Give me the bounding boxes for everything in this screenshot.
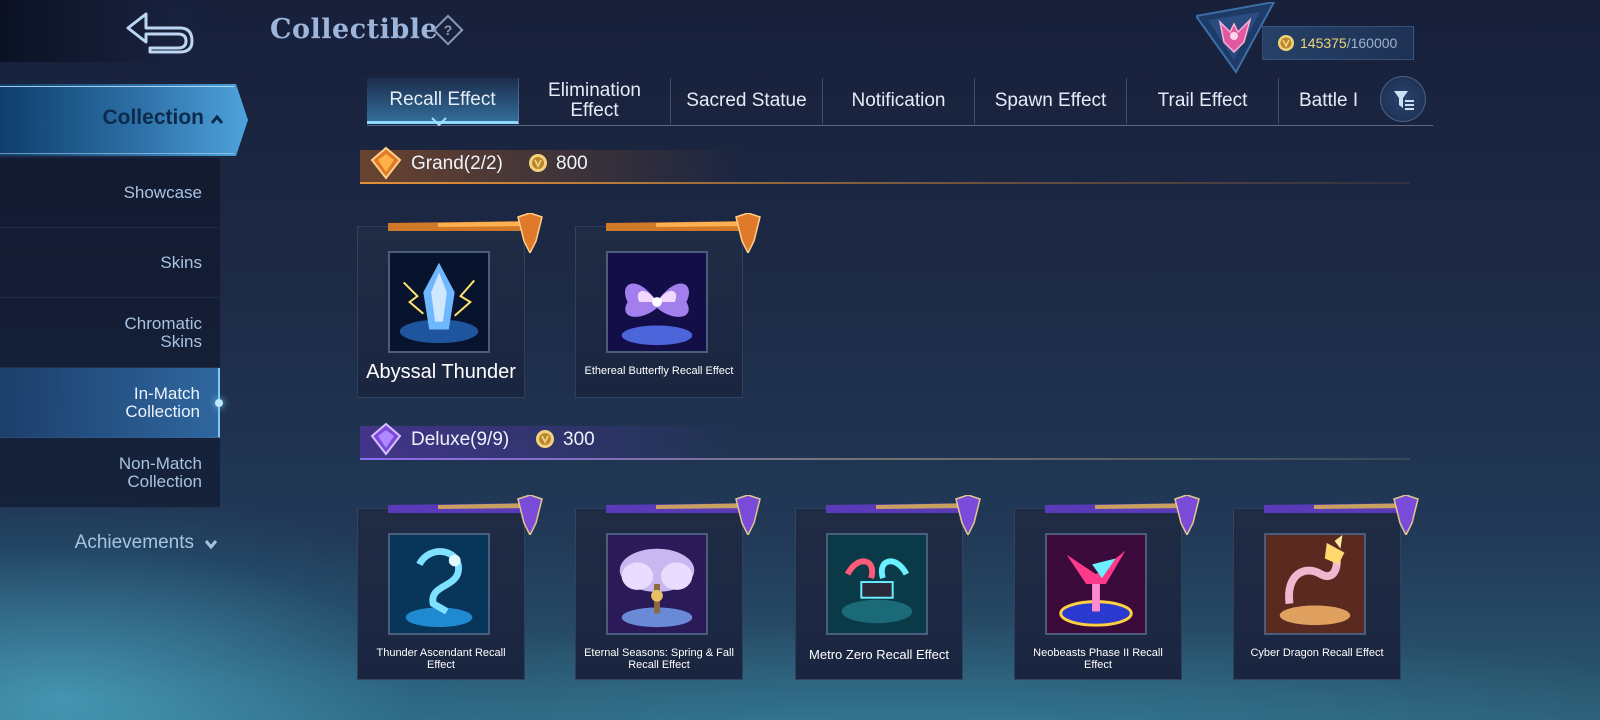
collectible-name: Neobeasts Phase II Recall Effect [1033,647,1163,671]
deluxe-section-cost: 300 [563,429,595,450]
sidebar-item-showcase[interactable]: Showcase [0,158,220,228]
cyber-dragon-art [1264,533,1366,635]
points-current: 145375 [1300,35,1347,51]
ethereal-butterfly-art [606,251,708,353]
sidebar-item-skins[interactable]: Skins [0,228,220,298]
tab-label: Elimination Effect [548,80,641,121]
sidebar-item-label: Showcase [123,182,202,202]
neobeasts-art [1045,533,1147,635]
tab-label: Trail Effect [1157,90,1248,111]
tab-label: Spawn Effect [994,90,1107,111]
collectible-name: Abyssal Thunder [366,361,516,383]
metro-zero-art [826,533,928,635]
back-arrow-icon [126,12,194,54]
collectible-name: Cyber Dragon Recall Effect [1250,647,1384,659]
collectible-name: Thunder Ascendant Recall Effect [376,647,506,671]
deluxe-ribbon-icon [606,495,761,535]
sidebar-item-in-match-collection[interactable]: In-Match Collection [0,368,223,438]
tab-notification[interactable]: Notification [823,78,975,124]
collectible-name: Metro Zero Recall Effect [809,647,949,662]
sidebar-item-label: Skins [160,252,202,272]
grand-section-cost: 800 [556,153,588,174]
deluxe-ribbon-icon [388,495,543,535]
sidebar-item-label: In-Match Collection [125,383,200,421]
sidebar-item-non-match-collection[interactable]: Non-Match Collection [0,438,220,508]
deluxe-coin-icon [536,430,554,448]
chevron-up-icon [210,114,224,124]
category-tabs: Recall Effect Elimination Effect Sacred … [367,78,1433,126]
svg-text:?: ? [444,22,453,38]
grand-ribbon-icon [606,213,761,253]
grand-coin-icon [529,154,547,172]
grand-section-label: Grand(2/2) [411,153,503,174]
deluxe-section-header: Deluxe(9/9) 300 [360,420,1410,460]
tab-trail-effect[interactable]: Trail Effect [1127,78,1279,124]
active-tab-indicator-icon [431,117,447,127]
help-icon[interactable]: ? [432,14,464,46]
deluxe-section-label: Deluxe(9/9) [411,429,510,450]
points-max: 160000 [1350,35,1398,51]
tab-spawn-effect[interactable]: Spawn Effect [975,78,1127,124]
collectible-card-cyber-dragon[interactable]: Cyber Dragon Recall Effect [1233,495,1419,680]
collectible-name: Eternal Seasons: Spring & Fall Recall Ef… [584,647,734,671]
eternal-seasons-art [606,533,708,635]
collectible-card-neobeasts[interactable]: Neobeasts Phase II Recall Effect [1014,495,1200,680]
collection-subnav: Showcase Skins Chromatic Skins In-Match … [0,158,223,508]
back-button[interactable] [0,0,240,62]
deluxe-ribbon-icon [1264,495,1419,535]
deluxe-ribbon-icon [826,495,981,535]
deluxe-ribbon-icon [1045,495,1200,535]
page-title: Collectible [270,14,439,45]
sidebar-collection-button[interactable]: Collection [0,84,248,156]
abyssal-thunder-art [388,251,490,353]
collectible-card-metro-zero[interactable]: Metro Zero Recall Effect [795,495,981,680]
deluxe-tier-icon [370,422,402,456]
collection-coin-icon [1278,35,1294,51]
tab-label: Notification [851,90,946,111]
sidebar-item-label: Chromatic Skins [124,313,202,351]
sidebar-item-chromatic-skins[interactable]: Chromatic Skins [0,298,220,368]
sidebar-achievements-button[interactable]: Achievements [0,526,230,560]
filter-icon [1394,91,1414,110]
sidebar-achievements-label: Achievements [74,532,194,553]
grand-section-header: Grand(2/2) 800 [360,144,1410,184]
collectible-card-thunder-ascendant[interactable]: Thunder Ascendant Recall Effect [357,495,543,680]
tab-elimination-effect[interactable]: Elimination Effect [519,78,671,124]
tab-label: Battle I [1299,90,1359,111]
tab-label: Recall Effect [389,88,496,110]
filter-button[interactable] [1380,76,1426,122]
grand-ribbon-icon [388,213,543,253]
tab-label: Sacred Statue [686,90,807,111]
sidebar-item-label: Non-Match Collection [118,453,202,491]
sidebar-collection-label: Collection [102,106,204,129]
grand-tier-icon [370,146,402,180]
collectible-card-ethereal-butterfly[interactable]: Ethereal Butterfly Recall Effect [575,213,761,398]
collectible-card-eternal-seasons[interactable]: Eternal Seasons: Spring & Fall Recall Ef… [575,495,761,680]
collectible-card-abyssal-thunder[interactable]: Abyssal Thunder [357,213,543,398]
collectible-name: Ethereal Butterfly Recall Effect [584,365,734,377]
thunder-ascendant-art [388,533,490,635]
tab-sacred-statue[interactable]: Sacred Statue [671,78,823,124]
collection-points-display: 145375 / 160000 [1262,26,1414,60]
chevron-down-icon [204,540,218,550]
